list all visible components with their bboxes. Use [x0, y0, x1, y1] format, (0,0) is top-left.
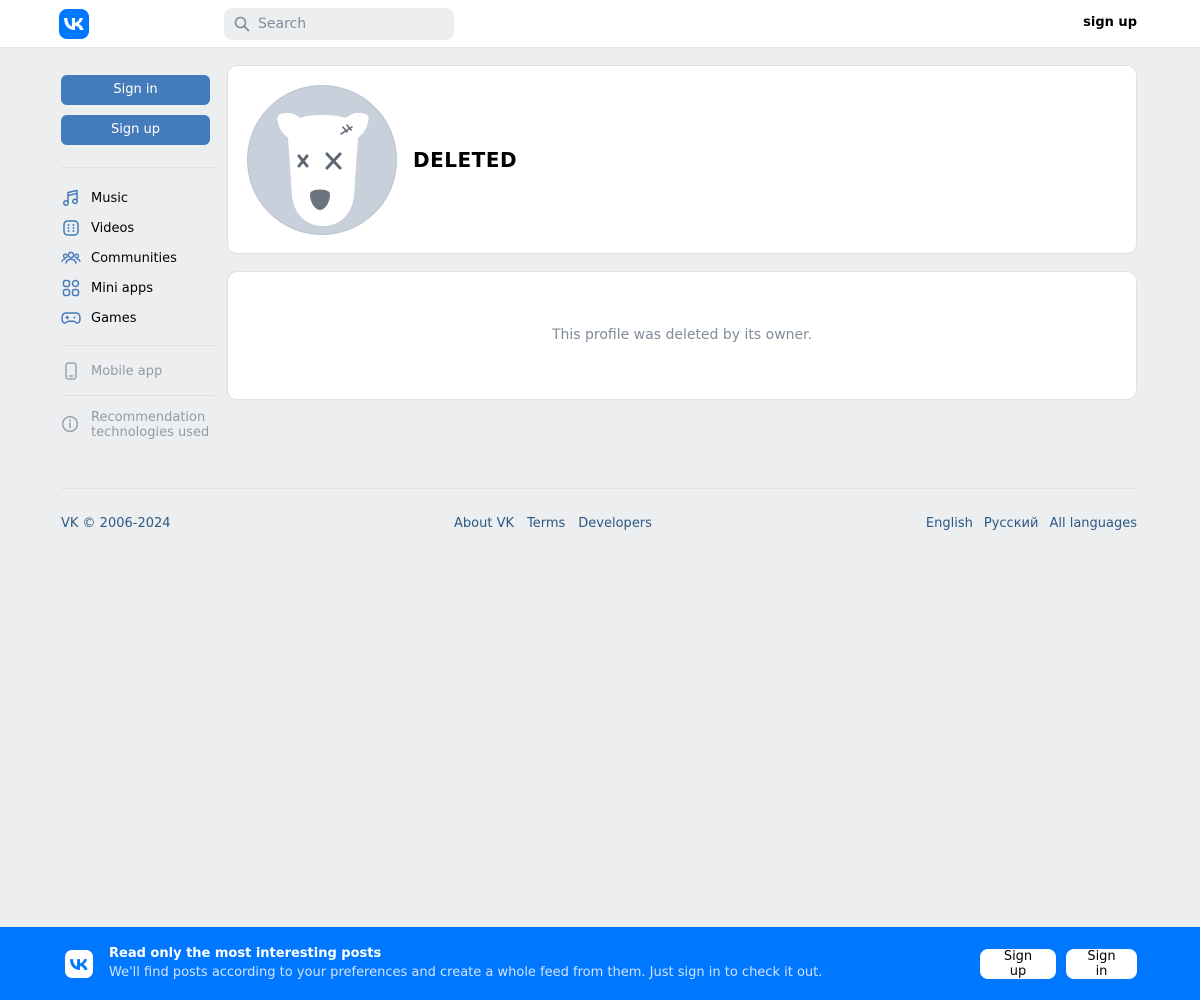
sidebar-divider	[61, 395, 215, 396]
sidebar-signup-button[interactable]: Sign up	[61, 115, 210, 145]
search-icon	[234, 16, 250, 32]
sidebar-divider	[61, 345, 215, 346]
footer-links: About VK Terms Developers	[454, 516, 652, 531]
footer-link-terms[interactable]: Terms	[527, 516, 565, 531]
recommendation-label-line-1: Recommendation	[91, 410, 206, 425]
language-links: English Русский All languages	[926, 516, 1137, 531]
info-icon	[61, 415, 81, 435]
sidebar-item-communities[interactable]: Communities	[61, 243, 215, 273]
sidebar-item-games[interactable]: Games	[61, 303, 215, 333]
language-link-all[interactable]: All languages	[1049, 516, 1137, 531]
deleted-message: This profile was deleted by its owner.	[551, 327, 813, 343]
sidebar-item-mobile-app[interactable]: Mobile app	[61, 356, 215, 386]
sidebar-item-videos[interactable]: Videos	[61, 213, 215, 243]
music-icon	[61, 188, 81, 208]
header-signup-link[interactable]: sign up	[1083, 15, 1137, 30]
deleted-notice-card: This profile was deleted by its owner.	[227, 271, 1137, 400]
recommendation-label-line-2: technologies used	[91, 425, 210, 440]
mobile-phone-icon	[61, 361, 81, 381]
video-icon	[61, 218, 81, 238]
deleted-dog-icon	[277, 112, 369, 226]
search-input[interactable]	[258, 16, 438, 32]
promo-title: Read only the most interesting posts	[109, 946, 382, 961]
language-link-english[interactable]: English	[926, 516, 973, 531]
sidebar-item-label: Music	[91, 190, 128, 206]
promo-signin-button[interactable]: Sign in	[1066, 949, 1137, 979]
footer-divider	[61, 488, 1137, 489]
copyright-text: VK © 2006-2024	[61, 516, 171, 531]
profile-name: DELETED	[413, 148, 518, 172]
sidebar-item-music[interactable]: Music	[61, 183, 215, 213]
sidebar-item-label: Communities	[91, 250, 177, 266]
mini-apps-icon	[61, 278, 81, 298]
vk-logo-mark-icon	[70, 958, 88, 970]
footer-link-about[interactable]: About VK	[454, 516, 514, 531]
sidebar-nav: Music Videos Communities Mini apps Games	[61, 183, 215, 333]
search-box[interactable]	[224, 8, 454, 40]
vk-logo-icon	[65, 950, 93, 978]
communities-icon	[61, 248, 81, 268]
sidebar-item-mini-apps[interactable]: Mini apps	[61, 273, 215, 303]
left-sidebar: Sign in Sign up Music Videos Communities	[61, 75, 215, 440]
vk-logo-mark-icon	[64, 18, 84, 30]
recommendation-label: Recommendation technologies used	[91, 410, 209, 440]
promo-subtitle: We'll find posts according to your prefe…	[109, 965, 823, 980]
sidebar-item-label: Games	[91, 310, 137, 326]
sidebar-item-label: Mobile app	[91, 363, 163, 379]
sidebar-item-label: Mini apps	[91, 280, 154, 296]
language-link-russian[interactable]: Русский	[984, 516, 1039, 531]
sidebar-item-recommendation-tech[interactable]: Recommendation technologies used	[61, 410, 215, 440]
vk-logo-icon[interactable]	[59, 9, 89, 39]
sidebar-signin-button[interactable]: Sign in	[61, 75, 210, 105]
promo-signup-button[interactable]: Sign up	[980, 949, 1056, 979]
footer-link-developers[interactable]: Developers	[578, 516, 652, 531]
deleted-avatar	[247, 85, 397, 235]
sidebar-divider	[61, 167, 215, 168]
top-header: sign up	[0, 0, 1200, 48]
signin-promo-banner: Read only the most interesting posts We'…	[0, 927, 1200, 1000]
sidebar-item-label: Videos	[91, 220, 135, 236]
page-footer: VK © 2006-2024 About VK Terms Developers…	[61, 516, 1137, 534]
gamepad-icon	[61, 308, 81, 328]
profile-card: DELETED	[227, 65, 1137, 254]
